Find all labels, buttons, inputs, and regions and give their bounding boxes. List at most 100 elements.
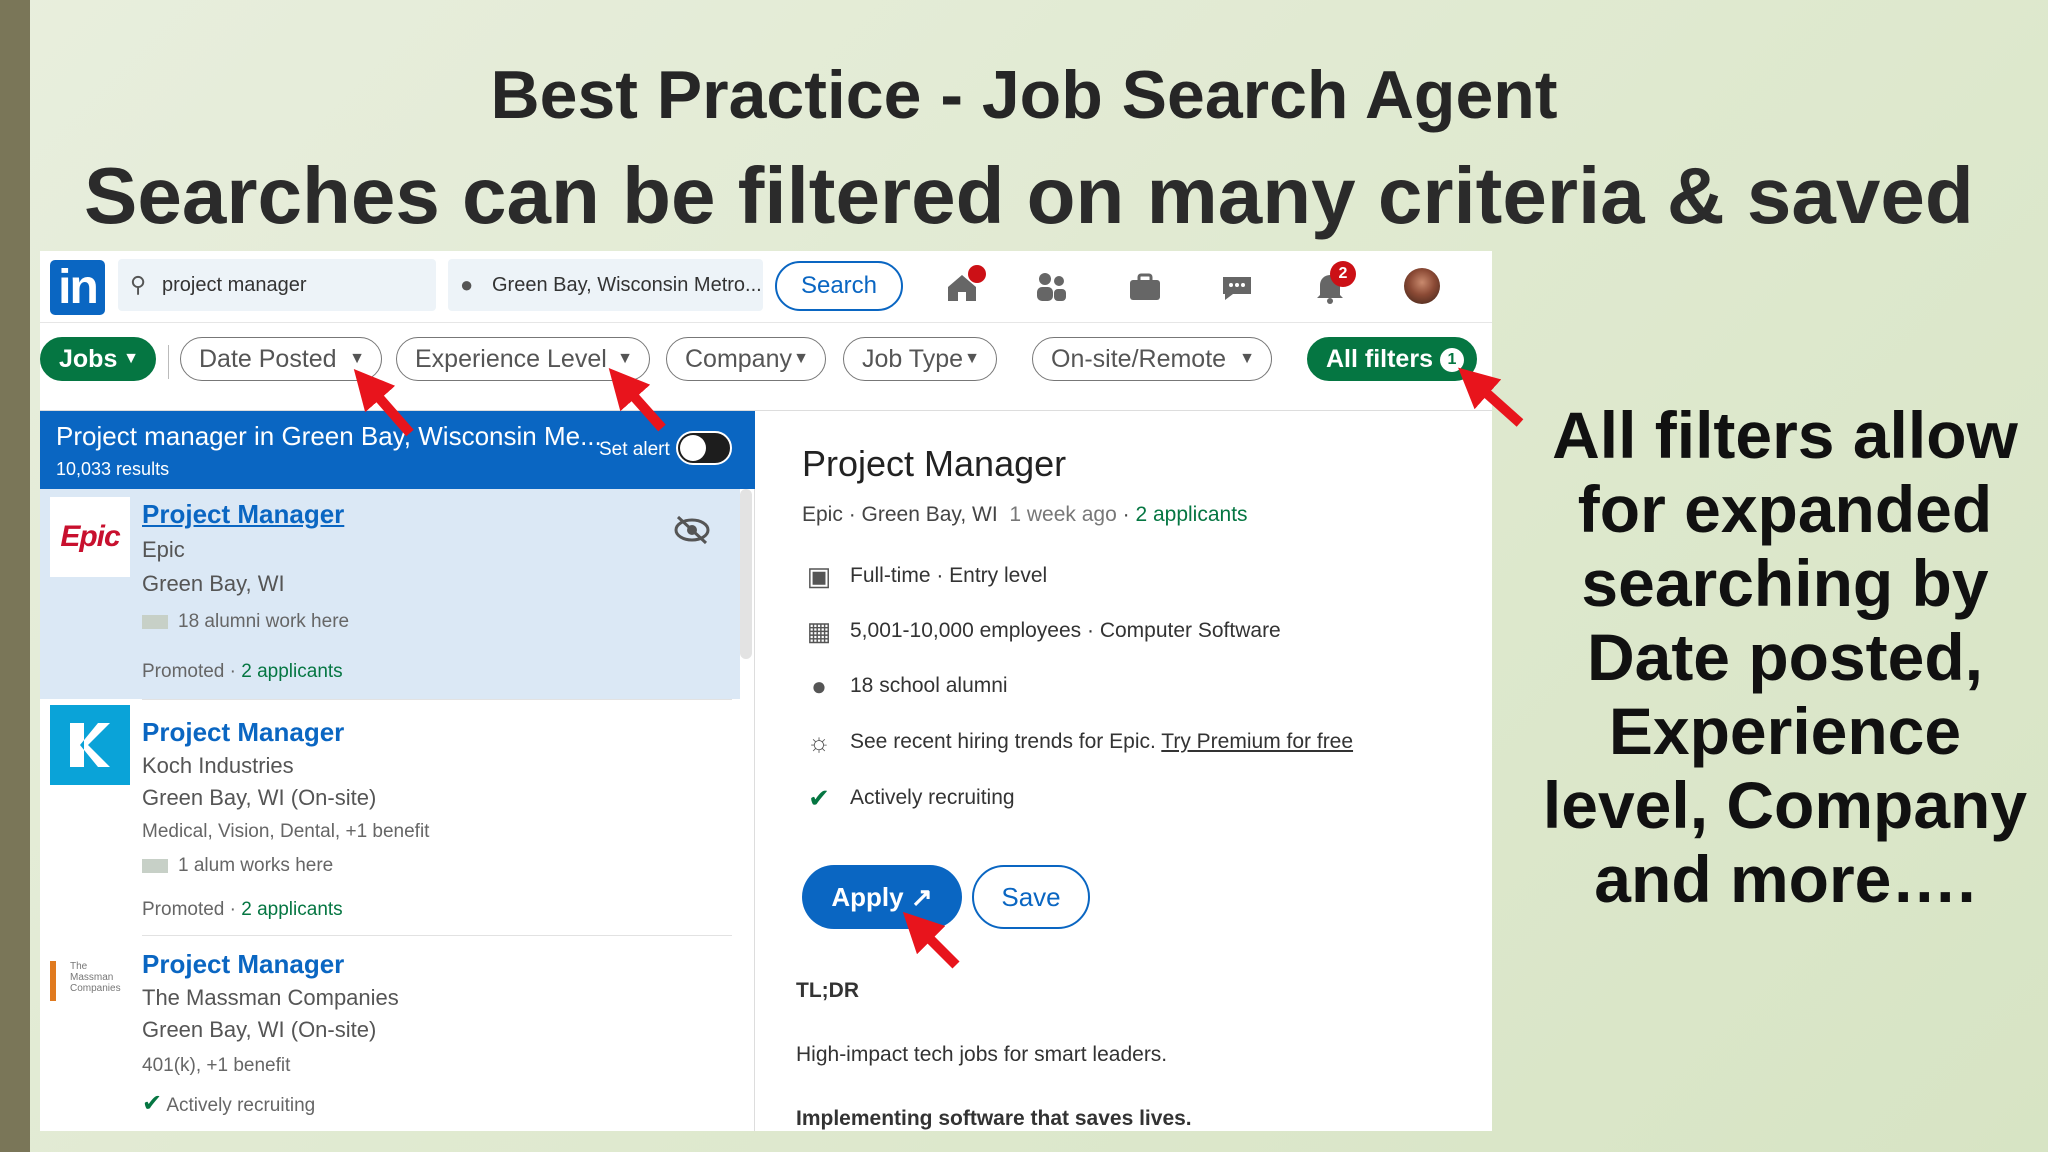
toggle-knob	[680, 435, 706, 461]
fact-hiring-trends-text: See recent hiring trends for Epic.	[850, 730, 1156, 754]
job-title-link[interactable]: Project Manager	[142, 717, 344, 748]
job-alumni-text: 1 alum works here	[178, 855, 334, 876]
detail-tldr: TL;DR	[796, 979, 859, 1002]
job-location: Green Bay, WI (On-site)	[142, 785, 377, 810]
building-icon: ▦	[806, 616, 832, 646]
linkedin-logo[interactable]: in	[50, 260, 105, 315]
all-filters-button[interactable]: All filters 1	[1307, 337, 1477, 381]
location-search-value: Green Bay, Wisconsin Metro...	[492, 274, 762, 296]
detail-meta: Epic · Green Bay, WI 1 week ago · 2 appl…	[802, 503, 1248, 526]
job-alumni: 18 alumni work here	[142, 611, 349, 633]
slide-subtitle: Searches can be filtered on many criteri…	[84, 151, 1974, 240]
fact-company-size-text: 5,001-10,000 employees · Computer Softwa…	[850, 619, 1281, 643]
promoted-label: Promoted	[142, 899, 225, 920]
detail-company[interactable]: Epic	[802, 503, 843, 526]
linkedin-screenshot: in ⚲ project manager ● Green Bay, Wiscon…	[40, 251, 1492, 1131]
job-company: Koch Industries	[142, 753, 294, 778]
messaging-icon[interactable]	[1217, 267, 1257, 307]
detail-applicants: 2 applicants	[1135, 503, 1248, 526]
all-filters-count: 1	[1440, 348, 1464, 372]
job-benefits: Medical, Vision, Dental, +1 benefit	[142, 821, 430, 842]
chevron-down-icon: ▼	[793, 350, 809, 367]
location-search-input[interactable]: ● Green Bay, Wisconsin Metro...	[448, 259, 763, 311]
slide-side-bar	[0, 0, 30, 1152]
massman-logo: The Massman Companies	[50, 961, 130, 1001]
detail-posted: 1 week ago	[1009, 503, 1117, 526]
onsite-remote-label: On-site/Remote	[1051, 345, 1227, 373]
profile-avatar[interactable]	[1404, 268, 1440, 304]
slide-title: Best Practice - Job Search Agent	[490, 57, 1558, 133]
experience-level-filter[interactable]: Experience Level ▼	[396, 337, 650, 381]
job-type-filter[interactable]: Job Type ▼	[843, 337, 997, 381]
set-alert-toggle[interactable]	[676, 431, 732, 465]
date-posted-label: Date Posted	[199, 345, 337, 373]
jobs-dropdown[interactable]: Jobs ▼	[40, 337, 156, 381]
results-header: Project manager in Green Bay, Wisconsin …	[40, 411, 755, 489]
date-posted-filter[interactable]: Date Posted ▼	[180, 337, 382, 381]
job-card-koch[interactable]: Project Manager Koch Industries Green Ba…	[40, 701, 740, 933]
recruiting-icon: ✔	[808, 783, 830, 813]
slide-side-note: All filters allow for expanded searching…	[1542, 398, 2028, 916]
fact-company-size: ▦ 5,001-10,000 employees · Computer Softw…	[802, 616, 1281, 647]
job-location: Green Bay, WI (On-site)	[142, 1017, 377, 1042]
epic-logo: Epic	[50, 497, 130, 577]
fact-job-type: ▣ Full-time · Entry level	[802, 561, 1048, 592]
home-icon[interactable]	[942, 265, 986, 307]
notifications-badge: 2	[1330, 261, 1356, 287]
chevron-down-icon: ▼	[1239, 350, 1255, 367]
fact-recruiting-text: Actively recruiting	[850, 786, 1015, 810]
keyword-search-value: project manager	[162, 274, 307, 296]
chevron-down-icon: ▼	[964, 350, 980, 367]
apply-label: Apply	[831, 882, 904, 912]
set-alert-label: Set alert	[599, 439, 670, 460]
people-icon[interactable]	[1032, 267, 1072, 307]
job-card-epic[interactable]: Epic Project Manager Epic Green Bay, WI …	[40, 489, 740, 699]
job-title-link[interactable]: Project Manager	[142, 499, 344, 530]
home-notification-dot	[968, 265, 986, 283]
hide-job-icon[interactable]	[672, 513, 712, 547]
onsite-remote-filter[interactable]: On-site/Remote ▼	[1032, 337, 1272, 381]
job-recruiting: ✔ Actively recruiting	[142, 1089, 315, 1118]
detail-location: Green Bay, WI	[861, 503, 998, 526]
job-promoted: Promoted · 2 applicants	[142, 899, 343, 920]
bell-icon[interactable]: 2	[1310, 261, 1356, 307]
job-card-massman[interactable]: The Massman Companies Project Manager Th…	[40, 937, 740, 1131]
lightbulb-icon: ☼	[807, 727, 831, 757]
applicants-count: 2 applicants	[241, 899, 343, 920]
experience-level-label: Experience Level	[415, 345, 607, 373]
fact-job-type-text: Full-time · Entry level	[850, 564, 1048, 588]
recruiting-icon: ✔	[142, 1090, 163, 1117]
results-panel: Project manager in Green Bay, Wisconsin …	[40, 411, 755, 1131]
fact-school-alumni: ● 18 school alumni	[802, 671, 1007, 702]
save-button[interactable]: Save	[972, 865, 1090, 929]
job-alumni: 1 alum works here	[142, 855, 333, 877]
briefcase-icon[interactable]	[1125, 267, 1165, 307]
search-button[interactable]: Search	[775, 261, 903, 311]
recruiting-text: Actively recruiting	[166, 1095, 316, 1116]
try-premium-link[interactable]: Try Premium for free	[1161, 730, 1353, 753]
jobs-label: Jobs	[59, 345, 118, 373]
detail-title: Project Manager	[802, 443, 1067, 484]
fact-hiring-trends: ☼ See recent hiring trends for Epic. Try …	[802, 727, 1353, 758]
external-link-icon: ↗	[910, 882, 933, 912]
alumni-school-icon	[142, 858, 168, 873]
results-title: Project manager in Green Bay, Wisconsin …	[56, 421, 602, 451]
promoted-label: Promoted	[142, 661, 225, 682]
results-count: 10,033 results	[56, 459, 170, 479]
keyword-search-input[interactable]: ⚲ project manager	[118, 259, 436, 311]
alumni-school-icon	[142, 614, 168, 629]
koch-logo	[50, 705, 130, 785]
company-filter[interactable]: Company ▼	[666, 337, 826, 381]
apply-button[interactable]: Apply ↗	[802, 865, 962, 929]
results-scrollbar[interactable]	[740, 489, 752, 659]
people-icon: ●	[811, 671, 827, 701]
top-nav: in ⚲ project manager ● Green Bay, Wiscon…	[40, 251, 1492, 323]
job-location: Green Bay, WI	[142, 571, 285, 596]
chevron-down-icon: ▼	[617, 350, 633, 367]
detail-line-1: High-impact tech jobs for smart leaders.	[796, 1043, 1168, 1066]
job-detail-panel: Project Manager Epic · Green Bay, WI 1 w…	[756, 411, 1492, 1131]
job-company: Epic	[142, 537, 185, 562]
job-title-link[interactable]: Project Manager	[142, 949, 344, 980]
job-type-label: Job Type	[862, 345, 964, 373]
briefcase-icon: ▣	[806, 561, 832, 591]
